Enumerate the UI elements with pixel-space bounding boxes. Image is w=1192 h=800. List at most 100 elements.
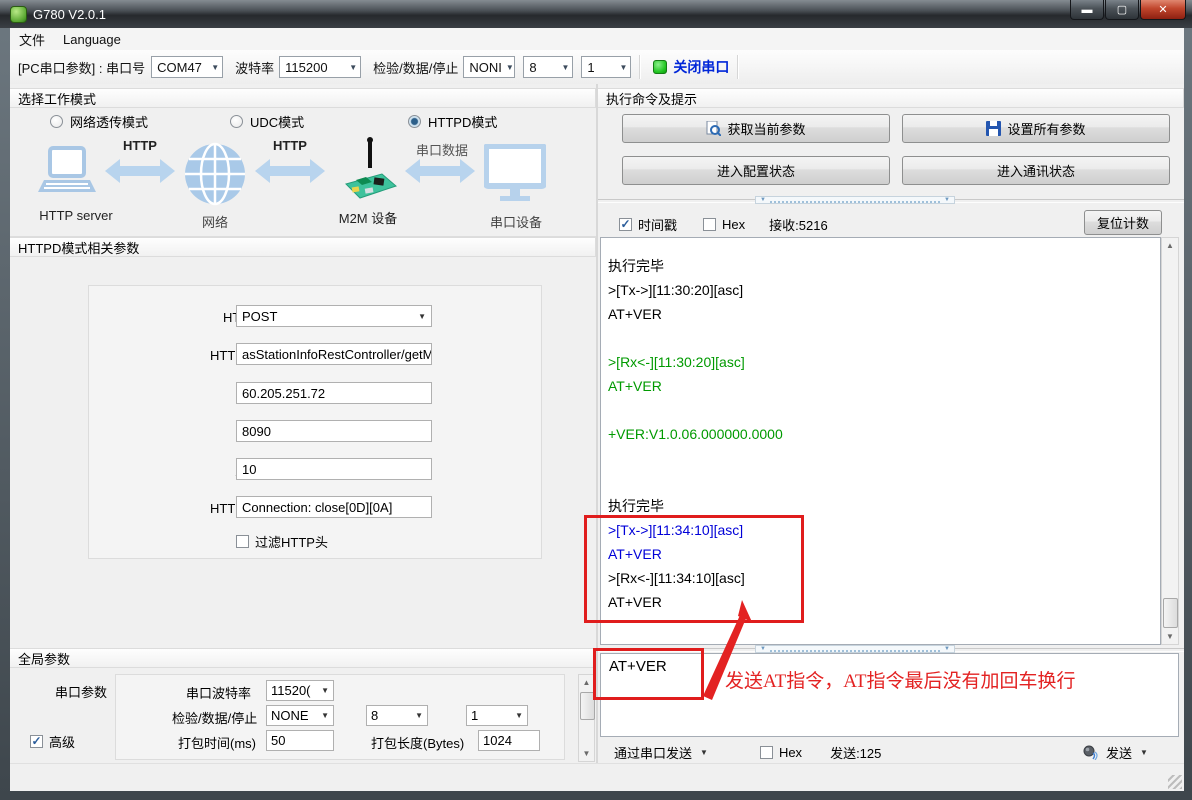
stopbits-select[interactable]: 1▼ — [581, 56, 631, 78]
node-label: 串口设备 — [484, 212, 548, 231]
arrow-both-icon — [255, 158, 325, 184]
chevron-down-icon: ▼ — [415, 711, 423, 720]
pack-time-label: 打包时间(ms) — [178, 733, 256, 752]
work-mode-caption: 选择工作模式 — [10, 88, 596, 108]
http-url-input[interactable]: asStationInfoRestController/getMsg — [236, 343, 432, 365]
chevron-down-icon: ▼ — [321, 711, 329, 720]
title-bar[interactable]: G780 V2.0.1 ▬ ▢ ✕ — [0, 0, 1192, 28]
serial-toolbar: [PC串口参数] : 串口号 COM47▼ 波特率 115200▼ 检验/数据/… — [10, 50, 1184, 85]
scroll-down-icon[interactable]: ▼ — [1162, 629, 1178, 644]
menu-file[interactable]: 文件 — [10, 28, 54, 51]
maximize-icon: ▢ — [1117, 3, 1127, 16]
chevron-down-icon: ▼ — [418, 312, 426, 321]
filter-http-checkbox[interactable] — [236, 535, 249, 548]
link-label: 串口数据 — [412, 140, 472, 159]
app-icon — [10, 6, 27, 23]
window-title: G780 V2.0.1 — [33, 7, 106, 22]
work-mode-panel: 选择工作模式 网络透传模式 UDC模式 HTTPD模式 — [10, 88, 596, 237]
pack-len-input[interactable]: 1024 — [478, 730, 540, 751]
chevron-down-icon: ▼ — [321, 686, 329, 695]
collapse-icon: ▼ — [944, 197, 950, 203]
annotation-text: 发送AT指令，AT指令最后没有加回车换行 — [725, 666, 1075, 693]
get-params-button[interactable]: 获取当前参数 — [622, 114, 890, 143]
timeout-input[interactable]: 10 — [236, 458, 432, 480]
scroll-thumb[interactable] — [1163, 598, 1178, 628]
scroll-down-icon[interactable]: ▼ — [579, 746, 594, 761]
http-method-select[interactable]: POST▼ — [236, 305, 432, 327]
exec-caption: 执行命令及提示 — [598, 88, 1184, 108]
log-scrollbar[interactable]: ▲ ▼ — [1161, 237, 1179, 645]
pack-len-label: 打包长度(Bytes) — [371, 733, 464, 752]
send-via-select[interactable]: 通过串口发送▼ — [614, 743, 708, 762]
network-globe-icon — [183, 142, 247, 206]
log-options-row: 时间戳 Hex 接收:5216 复位计数 — [598, 212, 1184, 236]
server-addr-input[interactable]: 60.205.251.72 — [236, 382, 432, 404]
server-port-input[interactable]: 8090 — [236, 420, 432, 442]
radio-net-transparent[interactable]: 网络透传模式 — [50, 112, 148, 131]
minimize-button[interactable]: ▬ — [1070, 0, 1104, 20]
radio-httpd-mode[interactable]: HTTPD模式 — [408, 112, 497, 131]
collapse-icon: ▼ — [944, 646, 950, 652]
http-header-input[interactable]: Connection: close[0D][0A] — [236, 496, 432, 518]
serial-params-box: 串口波特率 11520(▼ 检验/数据/停止 NONE▼ 8▼ 1▼ 打包时间(… — [115, 674, 565, 760]
log-hex-checkbox[interactable] — [703, 218, 716, 231]
httpd-params-panel: HTTPD模式相关参数 HTTP请求方式 POST▼ HTTP请求的URL as… — [10, 237, 596, 645]
scroll-up-icon[interactable]: ▲ — [579, 675, 594, 690]
enter-comm-button[interactable]: 进入通讯状态 — [902, 156, 1170, 185]
send-button[interactable]: 发送 ▼ — [1082, 743, 1148, 762]
gp-baud-select[interactable]: 11520(▼ — [266, 680, 334, 701]
global-params-panel: 全局参数 串口参数 串口波特率 11520(▼ 检验/数据/停止 NONE▼ 8… — [10, 648, 596, 763]
send-hex-checkbox[interactable] — [760, 746, 773, 759]
chevron-down-icon: ▼ — [515, 711, 523, 720]
close-port-button[interactable]: 关闭串口 — [673, 57, 729, 77]
filter-http-label: 过滤HTTP头 — [255, 532, 328, 551]
databits-select[interactable]: 8▼ — [523, 56, 573, 78]
maximize-button[interactable]: ▢ — [1105, 0, 1139, 20]
send-highlight-box — [593, 648, 704, 700]
enter-config-button[interactable]: 进入配置状态 — [622, 156, 890, 185]
link-label: HTTP — [118, 138, 162, 153]
gp-stopbits-select[interactable]: 1▼ — [466, 705, 528, 726]
radio-udc-mode[interactable]: UDC模式 — [230, 112, 304, 131]
serial-params-label: 串口参数 — [55, 682, 107, 701]
chevron-down-icon: ▼ — [349, 63, 357, 72]
chevron-down-icon: ▼ — [619, 63, 627, 72]
gp-databits-select[interactable]: 8▼ — [366, 705, 428, 726]
advanced-checkbox[interactable] — [30, 735, 43, 748]
radio-icon — [50, 115, 63, 128]
log-splitter[interactable]: ▼ ▼ — [598, 196, 1184, 204]
menu-language[interactable]: Language — [54, 30, 130, 49]
parity-select[interactable]: NONI▼ — [463, 56, 515, 78]
baud-select[interactable]: 115200▼ — [279, 56, 361, 78]
close-icon: ✕ — [1158, 3, 1167, 16]
gp-parity-select[interactable]: NONE▼ — [266, 705, 334, 726]
timestamp-checkbox[interactable] — [619, 218, 632, 231]
com-port-select[interactable]: COM47▼ — [151, 56, 223, 78]
serial-device-icon — [484, 144, 546, 204]
minimize-icon: ▬ — [1082, 4, 1093, 16]
recv-count: 接收:5216 — [769, 215, 828, 234]
radio-selected-icon — [408, 115, 421, 128]
collapse-icon: ▼ — [760, 646, 766, 652]
pack-time-input[interactable]: 50 — [266, 730, 334, 751]
gp-parity-label: 检验/数据/停止 — [172, 708, 257, 727]
port-open-indicator-icon — [653, 60, 667, 74]
httpd-form-box: HTTP请求方式 POST▼ HTTP请求的URL asStationInfoR… — [88, 285, 542, 559]
node-label: HTTP server — [34, 208, 118, 223]
app-window: G780 V2.0.1 ▬ ▢ ✕ 文件 Language [PC串口参数] :… — [0, 0, 1192, 800]
arrow-both-icon — [105, 158, 175, 184]
toolbar-separator — [737, 55, 739, 79]
global-params-caption: 全局参数 — [10, 648, 596, 668]
reset-count-button[interactable]: 复位计数 — [1084, 210, 1162, 235]
save-icon — [986, 121, 1001, 136]
advanced-label: 高级 — [49, 732, 75, 751]
set-params-button[interactable]: 设置所有参数 — [902, 114, 1170, 143]
chevron-down-icon: ▼ — [211, 63, 219, 72]
collapse-icon: ▼ — [760, 197, 766, 203]
m2m-device-icon — [332, 136, 402, 208]
node-label: 网络 — [185, 212, 245, 231]
close-button[interactable]: ✕ — [1140, 0, 1186, 20]
resize-grip[interactable] — [1168, 775, 1182, 789]
log-hex-label: Hex — [722, 217, 745, 232]
scroll-up-icon[interactable]: ▲ — [1162, 238, 1178, 253]
